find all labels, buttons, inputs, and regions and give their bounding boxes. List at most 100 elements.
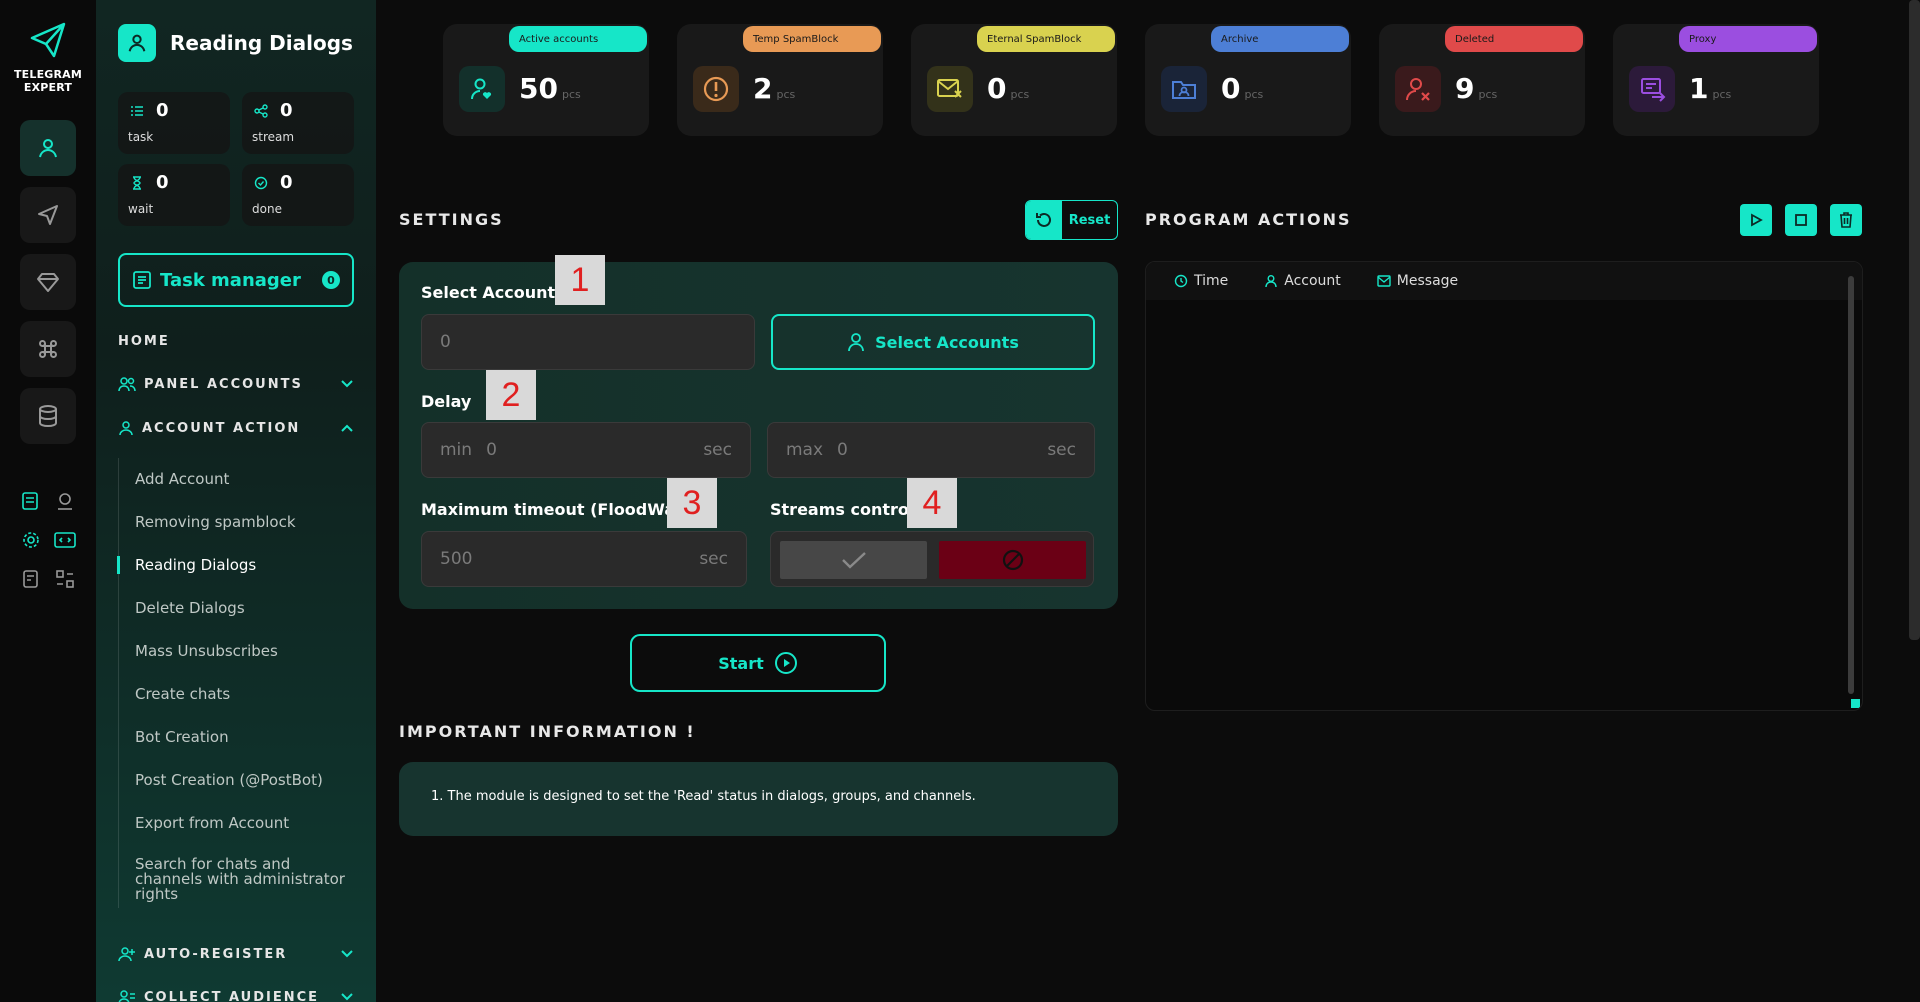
streams-enable-button[interactable] — [780, 541, 927, 579]
stat-label: task — [128, 130, 154, 144]
user-heart-icon — [459, 66, 505, 112]
user-plus-icon — [118, 947, 135, 962]
user-location-icon[interactable] — [54, 490, 76, 512]
stat-value: 0 — [156, 172, 169, 193]
mail-blocked-icon — [927, 66, 973, 112]
program-actions-log[interactable]: Time Account Message — [1145, 261, 1863, 711]
log-scrollbar[interactable] — [1848, 276, 1854, 694]
menu-delete-dialogs[interactable]: Delete Dialogs — [119, 599, 354, 617]
brand-line-2: EXPERT — [23, 81, 73, 94]
user-icon — [119, 421, 133, 436]
menu-create-chats[interactable]: Create chats — [119, 685, 354, 703]
select-accounts-button[interactable]: Select Accounts — [771, 314, 1095, 370]
nav-home[interactable]: HOME — [118, 334, 354, 349]
menu-search-admin-chats[interactable]: Search for chats and channels with admin… — [119, 857, 354, 908]
delay-min-field[interactable]: min 0 sec — [421, 422, 751, 478]
status-card-label: Eternal SpamBlock — [977, 26, 1115, 52]
log-column-message[interactable]: Message — [1377, 273, 1458, 289]
menu-mass-unsubscribes[interactable]: Mass Unsubscribes — [119, 642, 354, 660]
log-column-message-label: Message — [1396, 273, 1459, 289]
menu-post-creation[interactable]: Post Creation (@PostBot) — [119, 771, 354, 789]
nav-account-action[interactable]: ACCOUNT ACTION — [118, 420, 354, 436]
status-card-value: 0 pcs — [987, 72, 1030, 105]
timeout-field[interactable]: 500 sec — [421, 531, 747, 587]
status-card-value: 50 pcs — [519, 72, 581, 105]
rail-premium-button[interactable] — [20, 254, 76, 310]
list-icon — [131, 106, 143, 116]
delay-max-field[interactable]: max 0 sec — [767, 422, 1095, 478]
reset-button[interactable]: Reset — [1025, 200, 1118, 240]
nav-account-action-label: ACCOUNT ACTION — [142, 420, 301, 436]
resize-handle[interactable] — [1851, 699, 1860, 708]
select-accounts-label: Select Accounts — [421, 283, 565, 302]
log-column-account[interactable]: Account — [1264, 273, 1341, 289]
chevron-down-icon — [341, 950, 353, 958]
stop-button[interactable] — [1785, 204, 1817, 236]
rail-commands-button[interactable] — [20, 321, 76, 377]
database-icon — [39, 405, 57, 428]
important-info-panel: 1. The module is designed to set the 'Re… — [399, 762, 1118, 836]
start-button[interactable]: Start — [630, 634, 886, 692]
status-card-active-accounts[interactable]: Active accounts 50 pcs — [443, 24, 649, 136]
gear-icon[interactable] — [20, 529, 42, 551]
nav-collect-audience[interactable]: COLLECT AUDIENCE — [118, 989, 354, 1002]
menu-bot-creation[interactable]: Bot Creation — [119, 728, 354, 746]
stop-icon — [1795, 214, 1807, 226]
streams-disable-button[interactable] — [939, 541, 1086, 579]
rail-accounts-button[interactable] — [20, 120, 76, 176]
diamond-icon — [37, 273, 59, 292]
status-card-proxy[interactable]: Proxy 1 pcs — [1613, 24, 1819, 136]
log-column-time[interactable]: Time — [1174, 273, 1228, 289]
stat-label: stream — [252, 130, 295, 144]
menu-reading-dialogs[interactable]: Reading Dialogs — [117, 556, 354, 574]
start-button-label: Start — [718, 653, 764, 673]
status-card-eternal-spamblock[interactable]: Eternal SpamBlock 0 pcs — [911, 24, 1117, 136]
timeout-unit: sec — [699, 549, 728, 569]
nav-auto-register[interactable]: AUTO-REGISTER — [118, 946, 354, 962]
app-root: TELEGRAM EXPERT Reading Dialogs 0 task 0… — [0, 0, 1920, 1002]
play-circle-icon — [774, 652, 797, 674]
sidebar-header: Reading Dialogs — [118, 24, 353, 62]
play-icon — [1751, 213, 1763, 227]
alert-circle-icon — [693, 66, 739, 112]
nav-panel-accounts[interactable]: PANEL ACCOUNTS — [118, 376, 354, 392]
delay-label: Delay — [421, 392, 472, 411]
icon-rail: TELEGRAM EXPERT — [0, 0, 96, 1002]
status-card-label: Active accounts — [509, 26, 647, 52]
selected-accounts-field[interactable]: 0 — [421, 314, 755, 370]
play-button[interactable] — [1740, 204, 1772, 236]
app-logo[interactable]: TELEGRAM EXPERT — [0, 20, 96, 94]
reset-icon — [1026, 201, 1062, 239]
stat-label: done — [252, 202, 282, 216]
clear-log-button[interactable] — [1830, 204, 1862, 236]
page-title: Reading Dialogs — [170, 31, 353, 55]
nav-home-label: HOME — [118, 334, 170, 349]
send-icon — [38, 205, 58, 225]
task-manager-button[interactable]: Task manager 0 — [118, 253, 354, 307]
rail-messaging-button[interactable] — [20, 187, 76, 243]
code-window-icon[interactable] — [54, 529, 76, 551]
document-check-icon[interactable] — [20, 568, 42, 590]
users-list-icon — [118, 990, 135, 1002]
reset-label: Reset — [1068, 212, 1111, 228]
menu-export-from-account[interactable]: Export from Account — [119, 814, 354, 832]
program-actions-title: PROGRAM ACTIONS — [1145, 210, 1352, 229]
task-list-icon — [133, 271, 151, 289]
list-settings-icon[interactable] — [20, 490, 42, 512]
page-scrollbar[interactable] — [1909, 0, 1920, 640]
user-icon — [39, 139, 57, 158]
status-card-archive[interactable]: Archive 0 pcs — [1145, 24, 1351, 136]
streams-control — [770, 531, 1094, 587]
command-icon — [39, 340, 57, 358]
hourglass-icon — [133, 176, 141, 190]
menu-add-account[interactable]: Add Account — [119, 470, 354, 488]
check-circle-icon — [254, 176, 268, 190]
status-card-temp-spamblock[interactable]: Temp SpamBlock 2 pcs — [677, 24, 883, 136]
nav-panel-accounts-label: PANEL ACCOUNTS — [144, 376, 303, 392]
stat-done: 0 done — [242, 164, 354, 226]
status-card-deleted[interactable]: Deleted 9 pcs — [1379, 24, 1585, 136]
rail-database-button[interactable] — [20, 388, 76, 444]
user-icon — [848, 333, 865, 352]
menu-removing-spamblock[interactable]: Removing spamblock — [119, 513, 354, 531]
layout-grid-icon[interactable] — [54, 568, 76, 590]
